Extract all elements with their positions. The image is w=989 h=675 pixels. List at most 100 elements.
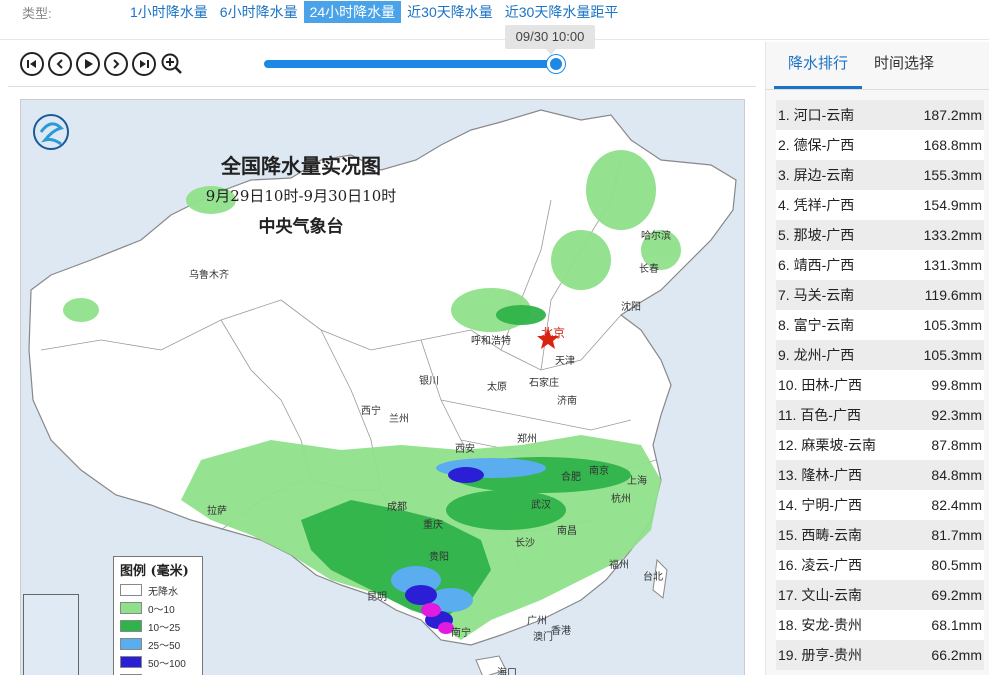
city-label: 重庆 — [423, 520, 443, 531]
legend-swatch — [120, 638, 142, 650]
legend-item: 10～25 — [120, 619, 196, 634]
skip-to-start-icon — [27, 60, 36, 68]
ranking-station: 8. 富宁-云南 — [778, 317, 855, 333]
ranking-row[interactable]: 8. 富宁-云南 105.3mm — [776, 310, 984, 340]
map-period: 9月29日10时-9月30日10时 — [205, 187, 397, 205]
ranking-row[interactable]: 10. 田林-广西 99.8mm — [776, 370, 984, 400]
ranking-row[interactable]: 11. 百色-广西 92.3mm — [776, 400, 984, 430]
city-label: 兰州 — [389, 414, 409, 425]
skip-to-start-button[interactable] — [20, 52, 44, 76]
tab-30d-anomaly[interactable]: 近30天降水量距平 — [499, 1, 625, 23]
city-label: 呼和浩特 — [471, 336, 511, 347]
city-label: 哈尔滨 — [641, 231, 671, 242]
ranking-station: 12. 麻栗坡-云南 — [778, 437, 877, 453]
tab-time-select[interactable]: 时间选择 — [874, 52, 934, 73]
ranking-value: 105.3mm — [923, 317, 982, 333]
ranking-row[interactable]: 2. 德保-广西 168.8mm — [776, 130, 984, 160]
city-label: 上海 — [627, 476, 647, 487]
active-tab-indicator — [774, 86, 862, 89]
tab-precip-ranking[interactable]: 降水排行 — [788, 52, 848, 73]
city-label: 昆明 — [367, 592, 387, 603]
legend-item: 0～10 — [120, 601, 196, 616]
legend-swatch — [120, 602, 142, 614]
ranking-row[interactable]: 6. 靖西-广西 131.3mm — [776, 250, 984, 280]
ranking-row[interactable]: 5. 那坡-广西 133.2mm — [776, 220, 984, 250]
type-bar: 类型: 1小时降水量 6小时降水量 24小时降水量 近30天降水量 近30天降水… — [0, 0, 989, 40]
skip-to-end-icon — [140, 60, 149, 68]
ranking-station: 18. 安龙-贵州 — [778, 617, 863, 633]
ranking-station: 3. 屏边-云南 — [778, 167, 855, 183]
legend-label: 50～100 — [148, 658, 186, 670]
city-label: 福州 — [609, 560, 629, 571]
legend-title: 图例 (毫米) — [120, 564, 189, 579]
city-label: 澳门 — [533, 632, 553, 643]
ranking-value: 84.8mm — [931, 467, 982, 483]
ranking-row[interactable]: 13. 隆林-广西 84.8mm — [776, 460, 984, 490]
map-area: 全国降水量实况图 9月29日10时-9月30日10时 中央气象台 乌鲁木齐 哈尔… — [8, 86, 756, 675]
ranking-station: 17. 文山-云南 — [778, 587, 863, 603]
legend-item: 50～100 — [120, 655, 196, 670]
ranking-row[interactable]: 1. 河口-云南 187.2mm — [776, 100, 984, 130]
side-panel: 降水排行 时间选择 1. 河口-云南 187.2mm 2. 德保-广西 168.8mm… — [765, 42, 989, 675]
city-label: 武汉 — [531, 500, 551, 511]
city-label: 合肥 — [561, 472, 581, 483]
city-label: 天津 — [555, 356, 575, 367]
zoom-in-button[interactable] — [160, 52, 184, 76]
legend-swatch — [120, 620, 142, 632]
timeline-handle[interactable] — [547, 55, 565, 73]
ranking-row[interactable]: 4. 凭祥-广西 154.9mm — [776, 190, 984, 220]
play-icon — [85, 59, 93, 69]
city-label: 太原 — [487, 382, 507, 393]
city-label: 西宁 — [361, 406, 381, 417]
city-label: 海口 — [497, 668, 517, 675]
timeline-progress — [264, 60, 556, 68]
tab-30d-precip[interactable]: 近30天降水量 — [401, 1, 499, 23]
legend-label: 0～10 — [148, 604, 175, 616]
ranking-value: 99.8mm — [931, 377, 982, 393]
ranking-value: 154.9mm — [923, 197, 982, 213]
legend-label: 无降水 — [148, 586, 178, 598]
ranking-value: 69.2mm — [931, 587, 982, 603]
ranking-station: 14. 宁明-广西 — [778, 497, 863, 513]
time-tooltip: 09/30 10:00 — [505, 25, 595, 55]
ranking-row[interactable]: 12. 麻栗坡-云南 87.8mm — [776, 430, 984, 460]
skip-to-end-button[interactable] — [132, 52, 156, 76]
map-title: 全国降水量实况图 — [221, 154, 381, 178]
city-label: 石家庄 — [529, 378, 559, 389]
tab-6h-precip[interactable]: 6小时降水量 — [214, 1, 304, 23]
ranking-row[interactable]: 18. 安龙-贵州 68.1mm — [776, 610, 984, 640]
play-button[interactable] — [76, 52, 100, 76]
city-label: 乌鲁木齐 — [189, 270, 229, 281]
ranking-row[interactable]: 19. 册亨-贵州 66.2mm — [776, 640, 984, 670]
ranking-row[interactable]: 17. 文山-云南 69.2mm — [776, 580, 984, 610]
ranking-row[interactable]: 15. 西畴-云南 81.7mm — [776, 520, 984, 550]
legend-item: 无降水 — [120, 583, 196, 598]
tab-24h-precip[interactable]: 24小时降水量 — [303, 1, 402, 23]
ranking-station: 5. 那坡-广西 — [778, 227, 855, 243]
legend-item: 25～50 — [120, 637, 196, 652]
city-label: 西安 — [455, 444, 475, 455]
city-label: 成都 — [387, 502, 407, 513]
city-label: 贵阳 — [429, 552, 449, 563]
ranking-value: 81.7mm — [931, 527, 982, 543]
next-button[interactable] — [104, 52, 128, 76]
precipitation-map[interactable]: 全国降水量实况图 9月29日10时-9月30日10时 中央气象台 乌鲁木齐 哈尔… — [20, 99, 745, 675]
ranking-row[interactable]: 3. 屏边-云南 155.3mm — [776, 160, 984, 190]
type-label: 类型: — [22, 6, 52, 21]
legend-label: 25～50 — [148, 640, 181, 652]
ranking-row[interactable]: 9. 龙州-广西 105.3mm — [776, 340, 984, 370]
tab-1h-precip[interactable]: 1小时降水量 — [124, 1, 214, 23]
ranking-station: 11. 百色-广西 — [778, 407, 861, 423]
ranking-row[interactable]: 7. 马关-云南 119.6mm — [776, 280, 984, 310]
ranking-value: 92.3mm — [931, 407, 982, 423]
city-label: 广州 — [527, 616, 547, 627]
ranking-value: 133.2mm — [923, 227, 982, 243]
timeline-slider[interactable] — [264, 55, 565, 73]
previous-button[interactable] — [48, 52, 72, 76]
city-label-capital: 北京 — [541, 326, 566, 340]
next-icon — [113, 59, 120, 69]
precip-ranking-list: 1. 河口-云南 187.2mm 2. 德保-广西 168.8mm 3. 屏边-云南 15… — [776, 100, 984, 670]
ranking-row[interactable]: 14. 宁明-广西 82.4mm — [776, 490, 984, 520]
ranking-station: 19. 册亨-贵州 — [778, 647, 863, 663]
ranking-row[interactable]: 16. 凌云-广西 80.5mm — [776, 550, 984, 580]
